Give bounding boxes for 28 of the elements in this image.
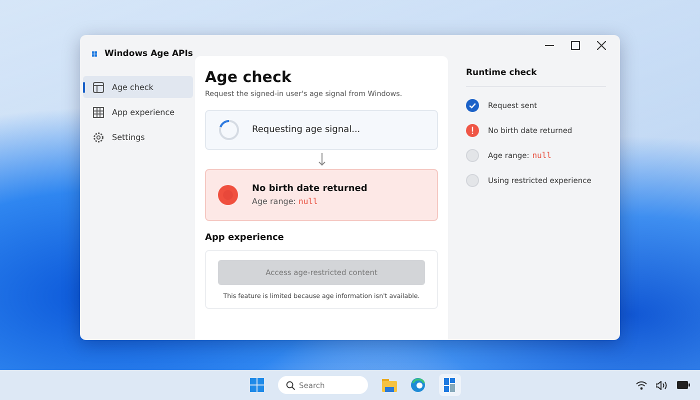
grid-icon	[93, 106, 104, 118]
request-status: Requesting age signal...	[252, 125, 360, 135]
sidebar-item[interactable]: App experience	[83, 101, 193, 123]
browser-icon[interactable]	[411, 378, 425, 392]
battery-icon[interactable]	[677, 381, 690, 389]
settings-icon	[93, 132, 104, 142]
folder-icon[interactable]	[382, 378, 397, 392]
age-range-label: Age range:	[252, 197, 296, 206]
result-title: No birth date returned	[252, 184, 368, 194]
down-arrow-icon	[318, 153, 326, 166]
maximize-icon[interactable]	[571, 41, 580, 50]
check-value: null	[532, 151, 552, 160]
section-title: App experience	[205, 233, 285, 243]
close-icon[interactable]	[597, 41, 606, 50]
runtime-title: Runtime check	[466, 68, 538, 78]
age-range-value: null	[298, 197, 318, 206]
sidebar-item[interactable]: Age check	[83, 76, 193, 98]
app-taskbar-icon[interactable]	[439, 374, 461, 396]
search-icon	[286, 380, 295, 390]
spinner-icon	[218, 119, 240, 141]
window-title: Windows Age APIs	[104, 49, 193, 59]
error-dot-icon	[218, 185, 238, 205]
page-title: Age check	[205, 68, 292, 86]
wifi-icon[interactable]	[636, 380, 647, 390]
start-icon[interactable]	[250, 378, 264, 392]
volume-icon[interactable]	[656, 380, 668, 390]
sidebar-item[interactable]: Settings	[83, 126, 193, 148]
panel-icon	[93, 82, 104, 92]
